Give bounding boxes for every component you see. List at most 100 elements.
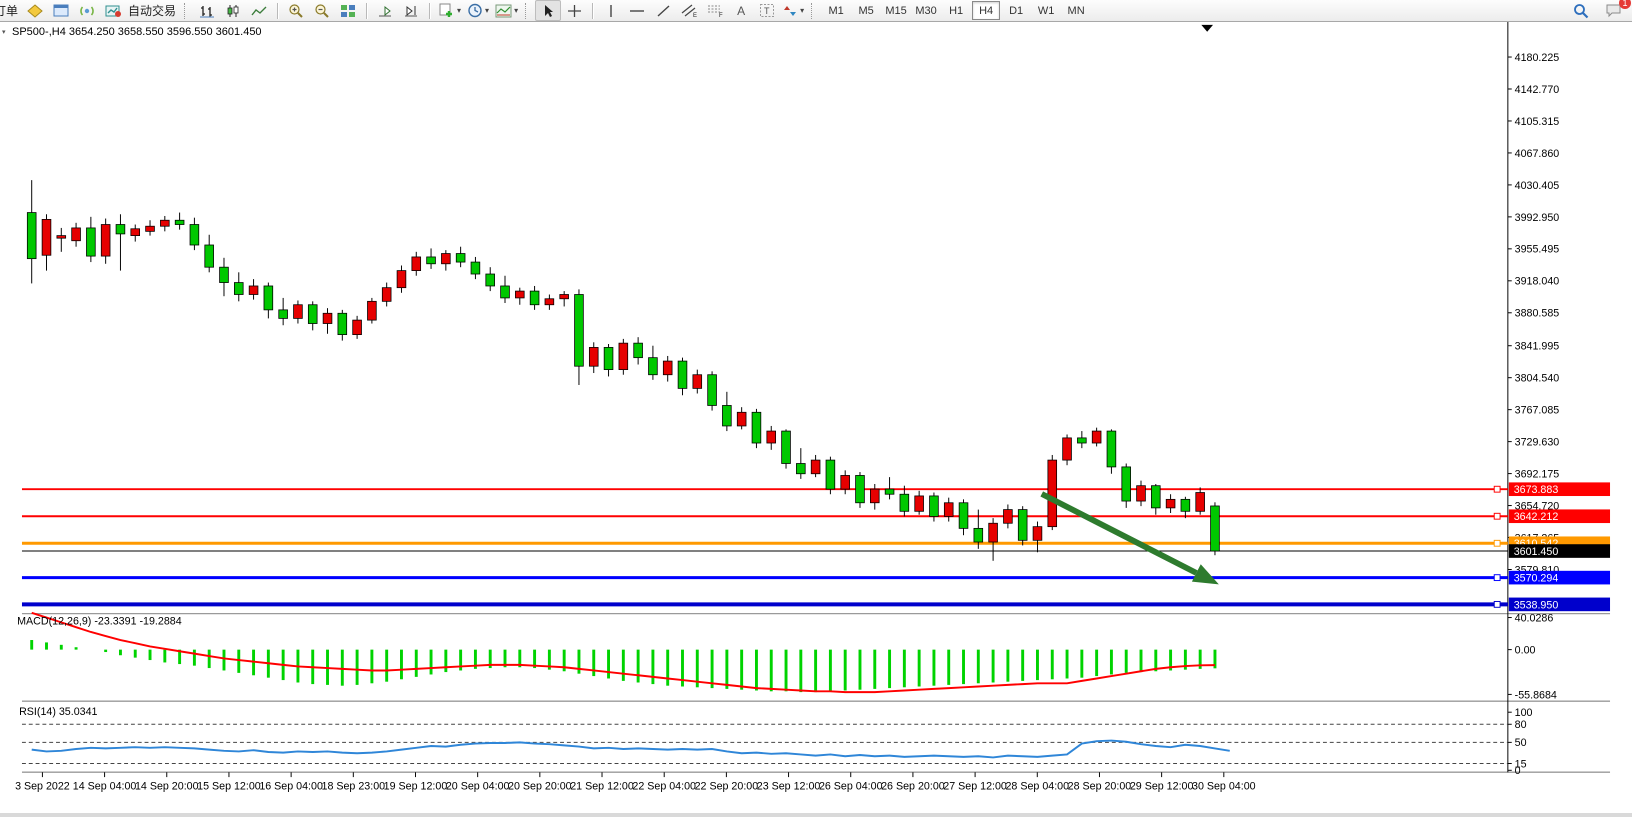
line-handle[interactable]	[1494, 486, 1500, 492]
macd-label: MACD(12,26,9) -23.3391 -19.2884	[17, 615, 182, 627]
trendline-tool-button[interactable]	[650, 0, 676, 21]
timeframe-m15-button[interactable]: M15	[882, 1, 910, 20]
svg-text:3 Sep 2022: 3 Sep 2022	[15, 781, 70, 793]
new-chart-button[interactable]: ▾	[435, 0, 464, 21]
candle-body	[456, 254, 465, 263]
zoom-in-button[interactable]	[283, 0, 309, 21]
candle-body	[545, 299, 554, 305]
indicators-button[interactable]: ▾	[492, 0, 521, 21]
chevron-down-icon: ▾	[457, 6, 461, 15]
trend-arrow[interactable]	[1042, 494, 1219, 584]
candle-body	[1137, 486, 1146, 501]
candle-body	[1151, 486, 1160, 508]
price-tag-text: 3570.294	[1514, 573, 1559, 585]
svg-text:28 Sep 20:00: 28 Sep 20:00	[1068, 781, 1132, 793]
svg-text:4067.860: 4067.860	[1515, 148, 1560, 160]
autotrading-button[interactable]	[100, 0, 126, 21]
candlestick-type-button[interactable]	[220, 0, 246, 21]
periods-button[interactable]: ▾	[464, 0, 492, 21]
svg-text:22 Sep 20:00: 22 Sep 20:00	[695, 781, 759, 793]
svg-text:0.00: 0.00	[1515, 645, 1536, 657]
candle-body	[72, 228, 81, 241]
line-handle[interactable]	[1494, 540, 1500, 546]
timeframe-group: M1M5M15M30H1H4D1W1MN	[819, 0, 1093, 21]
chart-shift-marker[interactable]	[1201, 25, 1213, 32]
candle-body	[767, 431, 776, 443]
notifications-button[interactable]: 1	[1600, 0, 1626, 21]
chevron-down-icon: ▾	[800, 6, 804, 15]
svg-text:18 Sep 23:00: 18 Sep 23:00	[322, 781, 386, 793]
candle-body	[870, 489, 879, 503]
toolbar-grip	[811, 3, 817, 19]
candle-body	[560, 295, 569, 299]
fibonacci-icon: F	[707, 3, 724, 18]
candle-body	[501, 286, 510, 298]
candle-body	[323, 313, 332, 323]
blue-window-icon	[53, 4, 69, 17]
price-tag-text: 3642.212	[1514, 511, 1559, 523]
timeframe-h4-button[interactable]: H4	[972, 1, 1000, 20]
fibonacci-tool-button[interactable]: F	[702, 0, 728, 21]
window-bottom-edge	[0, 813, 1632, 817]
candle-body	[57, 236, 66, 239]
new-order-icon[interactable]	[22, 0, 48, 21]
zoom-out-button[interactable]	[309, 0, 335, 21]
chart-shift-button[interactable]	[398, 0, 424, 21]
candle-body	[1063, 438, 1072, 460]
auto-scroll-button[interactable]	[372, 0, 398, 21]
channel-tool-button[interactable]: E	[676, 0, 702, 21]
zoom-out-icon	[314, 3, 330, 18]
svg-text:14 Sep 04:00: 14 Sep 04:00	[73, 781, 137, 793]
candle-body	[131, 229, 140, 236]
svg-text:29 Sep 12:00: 29 Sep 12:00	[1130, 781, 1194, 793]
search-icon	[1573, 3, 1589, 19]
chart-canvas[interactable]: 4180.2254142.7704105.3154067.8604030.405…	[0, 22, 1632, 817]
svg-text:100: 100	[1515, 707, 1533, 719]
timeframe-m5-button[interactable]: M5	[852, 1, 880, 20]
tile-windows-button[interactable]	[335, 0, 361, 21]
horizontal-line-tool-button[interactable]	[624, 0, 650, 21]
candle-body	[1092, 431, 1101, 443]
notification-badge: 1	[1619, 0, 1631, 9]
toolbar-separator	[366, 3, 367, 19]
candle-body	[116, 225, 125, 234]
text-tool-button[interactable]: A	[728, 0, 754, 21]
line-handle[interactable]	[1494, 575, 1500, 581]
signals-button[interactable]	[74, 0, 100, 21]
price-tag-text: 3601.450	[1514, 546, 1559, 558]
timeframe-mn-button[interactable]: MN	[1062, 1, 1090, 20]
text-label-tool-button[interactable]: T	[754, 0, 780, 21]
timeframe-m1-button[interactable]: M1	[822, 1, 850, 20]
new-order-label[interactable]: 订单	[0, 2, 22, 19]
autotrading-label[interactable]: 自动交易	[126, 2, 180, 19]
arrows-tool-button[interactable]: ▾	[780, 0, 807, 21]
candle-body	[944, 503, 953, 517]
svg-text:22 Sep 04:00: 22 Sep 04:00	[632, 781, 696, 793]
bar-chart-type-button[interactable]	[194, 0, 220, 21]
crosshair-tool-button[interactable]	[561, 0, 587, 21]
line-handle[interactable]	[1494, 601, 1500, 607]
market-watch-button[interactable]	[48, 0, 74, 21]
vertical-line-tool-button[interactable]	[598, 0, 624, 21]
rsi-pane: 1008050150RSI(14) 35.0341	[19, 706, 1532, 777]
cursor-tool-button[interactable]	[535, 0, 561, 21]
candle-body	[190, 225, 199, 245]
timeframe-h1-button[interactable]: H1	[942, 1, 970, 20]
line-chart-type-button[interactable]	[246, 0, 272, 21]
line-handle[interactable]	[1494, 513, 1500, 519]
timeframe-m30-button[interactable]: M30	[912, 1, 940, 20]
svg-text:80: 80	[1515, 719, 1527, 731]
svg-text:40.0286: 40.0286	[1515, 612, 1554, 624]
line-chart-icon	[251, 4, 267, 18]
symbol-caret-icon[interactable]: ▾	[2, 28, 6, 36]
svg-text:50: 50	[1515, 737, 1527, 749]
chart-window[interactable]: ▾ SP500-,H4 3654.250 3658.550 3596.550 3…	[0, 22, 1632, 817]
svg-text:27 Sep 12:00: 27 Sep 12:00	[943, 781, 1007, 793]
timeframe-w1-button[interactable]: W1	[1032, 1, 1060, 20]
timeframe-d1-button[interactable]: D1	[1002, 1, 1030, 20]
candle-body	[796, 464, 805, 474]
search-button[interactable]	[1568, 0, 1594, 21]
svg-text:-55.8684: -55.8684	[1515, 689, 1557, 701]
text-label-letter: T	[764, 6, 770, 16]
price-lines[interactable]	[22, 486, 1508, 607]
